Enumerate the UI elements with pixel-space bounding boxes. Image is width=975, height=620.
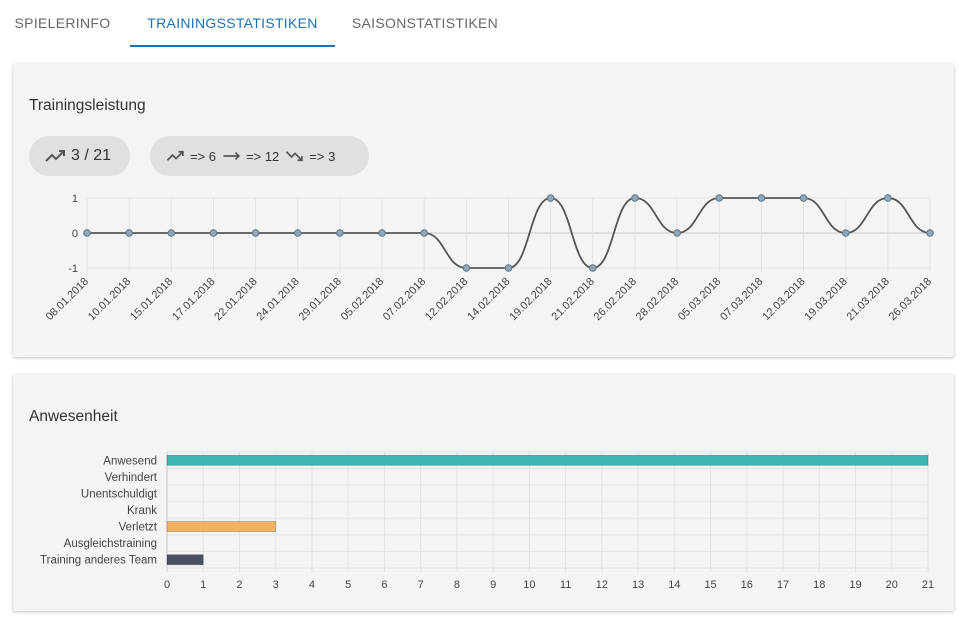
x-tick-label: 18 [813, 579, 825, 591]
category-label: Training anderes Team [40, 555, 157, 567]
bar [166, 454, 929, 466]
category-label: Unentschuldigt [81, 488, 158, 500]
x-tick-label: 6 [381, 579, 387, 591]
category-label: Verhindert [105, 472, 158, 484]
x-tick-label: 7 [418, 579, 424, 591]
x-tick-label: 11 [560, 579, 571, 591]
x-tick-label: 10 [523, 579, 535, 591]
x-tick-label: 1 [200, 579, 206, 591]
x-tick-label: 14 [668, 579, 680, 591]
x-tick-label: 13 [632, 579, 644, 591]
x-tick-label: 16 [741, 579, 753, 591]
x-tick-label: 12 [596, 579, 608, 591]
attendance-bar-chart: 0 1 2 3 4 5 6 7 8 9 10 11 12 13 14 15 16 17 18 19 20 21Anwese… [40, 451, 934, 591]
x-tick-label: 5 [345, 579, 351, 591]
x-tick-label: 0 [164, 579, 170, 591]
category-label: Krank [127, 505, 157, 517]
bar [166, 521, 277, 532]
x-tick-label: 4 [309, 579, 315, 591]
bar [166, 554, 204, 566]
x-tick-label: 8 [454, 579, 460, 591]
x-tick-label: 21 [922, 579, 934, 591]
x-tick-label: 9 [490, 579, 496, 591]
x-tick-label: 17 [777, 579, 789, 591]
category-label: Verletzt [119, 522, 158, 534]
x-tick-label: 19 [849, 579, 861, 591]
category-label: Ausgleichstraining [64, 538, 157, 550]
x-tick-label: 3 [273, 579, 279, 591]
x-tick-label: 20 [886, 579, 898, 591]
category-label: Anwesend [103, 455, 157, 467]
x-tick-label: 2 [236, 579, 242, 591]
x-tick-label: 15 [704, 579, 716, 591]
